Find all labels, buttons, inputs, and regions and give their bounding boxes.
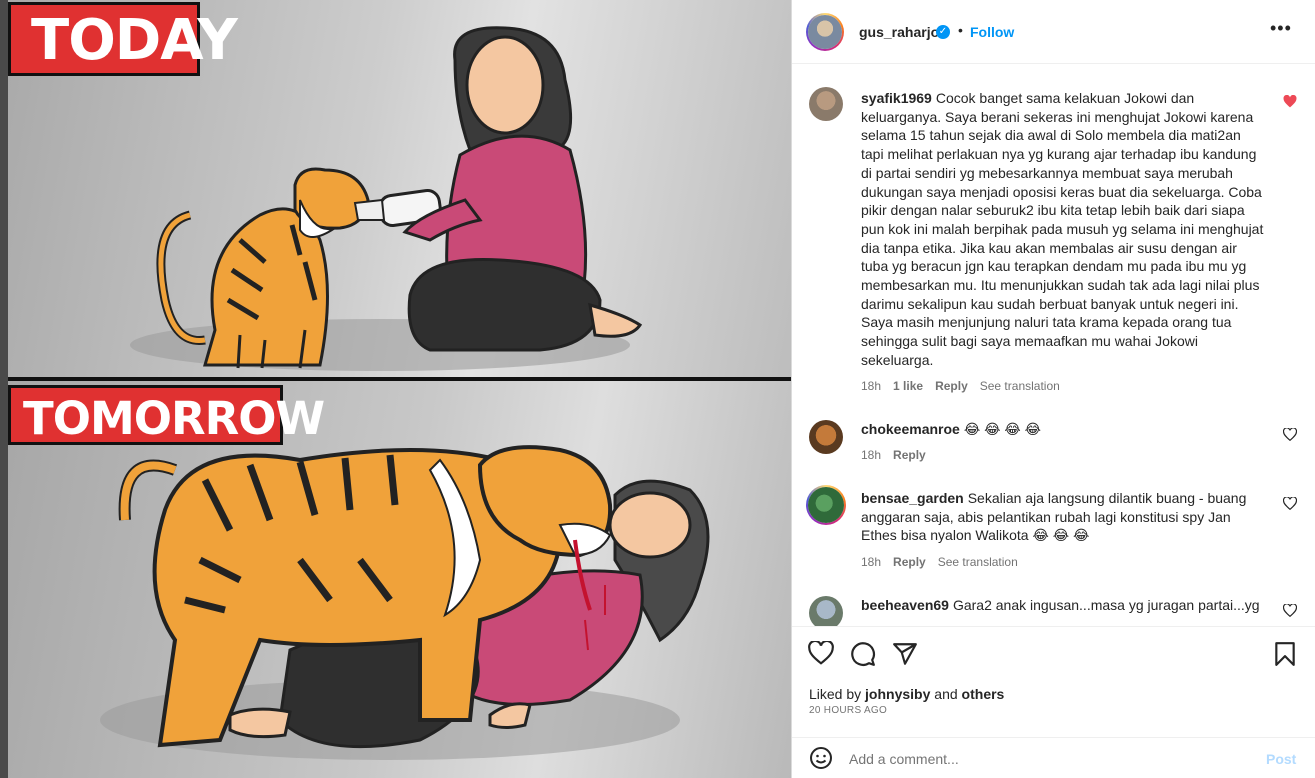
- author-username[interactable]: gus_raharjo: [859, 24, 939, 40]
- post-image: TODAY TOMORROW: [0, 0, 791, 778]
- emoji-smiley-icon[interactable]: [809, 746, 833, 770]
- commenter-username[interactable]: chokeemanroe: [861, 421, 960, 437]
- post-actions: Liked by johnysiby and others 20 HOURS A…: [792, 626, 1315, 726]
- comment-time: 18h: [861, 555, 882, 569]
- separator-dot: •: [958, 22, 963, 38]
- banner-tomorrow: TOMORROW: [8, 385, 325, 445]
- liked-prefix: Liked by: [809, 686, 862, 702]
- today-scene: [130, 26, 643, 371]
- commenter-username[interactable]: bensae_garden: [861, 490, 964, 506]
- comment-time: 18h: [861, 448, 882, 462]
- woman-drawing: [402, 26, 643, 352]
- post-comment-button[interactable]: Post: [1266, 751, 1296, 767]
- comment-bubble-icon[interactable]: [850, 641, 876, 667]
- comment-text: Cocok banget sama kelakuan Jokowi dan ke…: [861, 90, 1264, 368]
- comment-likes[interactable]: 1 like: [893, 379, 923, 393]
- comment-text: Gara2 anak ingusan...masa yg juragan par…: [952, 597, 1260, 613]
- comment-text: 😂 😂 😂 😂: [963, 421, 1041, 437]
- commenter-avatar[interactable]: [809, 87, 843, 121]
- liked-by-summary: Liked by johnysiby and others: [809, 686, 1004, 702]
- verified-badge-icon: ✓: [936, 25, 950, 39]
- comment-meta: 18h Reply: [861, 448, 938, 462]
- heart-icon[interactable]: [1283, 604, 1297, 617]
- author-avatar[interactable]: [806, 13, 844, 51]
- comments-list[interactable]: syafik1969 Cocok banget sama kelakuan Jok…: [792, 65, 1315, 626]
- comment-meta: 18h Reply See translation: [861, 555, 1030, 569]
- follow-button[interactable]: Follow: [970, 24, 1014, 40]
- commenter-avatar[interactable]: [809, 420, 843, 454]
- share-send-icon[interactable]: [892, 641, 918, 667]
- reply-button[interactable]: Reply: [893, 448, 926, 462]
- banner-today: TODAY: [8, 2, 238, 76]
- commenter-username[interactable]: beeheaven69: [861, 597, 949, 613]
- liked-user-link[interactable]: johnysiby: [865, 686, 930, 702]
- liked-others-link[interactable]: others: [962, 686, 1005, 702]
- heart-icon[interactable]: [1283, 497, 1297, 510]
- tomorrow-scene: [100, 445, 710, 760]
- heart-icon[interactable]: [1283, 428, 1297, 441]
- more-options-icon[interactable]: •••: [1270, 18, 1292, 39]
- post-header: gus_raharjo ✓ • Follow •••: [792, 0, 1315, 64]
- commenter-avatar[interactable]: [809, 596, 843, 626]
- reply-button[interactable]: Reply: [935, 379, 968, 393]
- commenter-avatar[interactable]: [806, 485, 846, 525]
- see-translation-link[interactable]: See translation: [938, 555, 1018, 569]
- see-translation-link[interactable]: See translation: [980, 379, 1060, 393]
- liked-heart-icon[interactable]: [1283, 95, 1297, 108]
- like-heart-icon[interactable]: [808, 641, 834, 665]
- reply-button[interactable]: Reply: [893, 555, 926, 569]
- comment-meta: 18h 1 like Reply See translation: [861, 379, 1072, 393]
- post-timestamp[interactable]: 20 HOURS AGO: [809, 705, 887, 716]
- add-comment-bar: Post: [792, 737, 1315, 778]
- save-bookmark-icon[interactable]: [1274, 641, 1296, 667]
- comment-time: 18h: [861, 379, 882, 393]
- liked-and: and: [934, 686, 958, 702]
- commenter-username[interactable]: syafik1969: [861, 90, 932, 106]
- post-sidebar: gus_raharjo ✓ • Follow ••• syafik1969 Coc…: [791, 0, 1315, 778]
- comment-input[interactable]: [849, 751, 1229, 767]
